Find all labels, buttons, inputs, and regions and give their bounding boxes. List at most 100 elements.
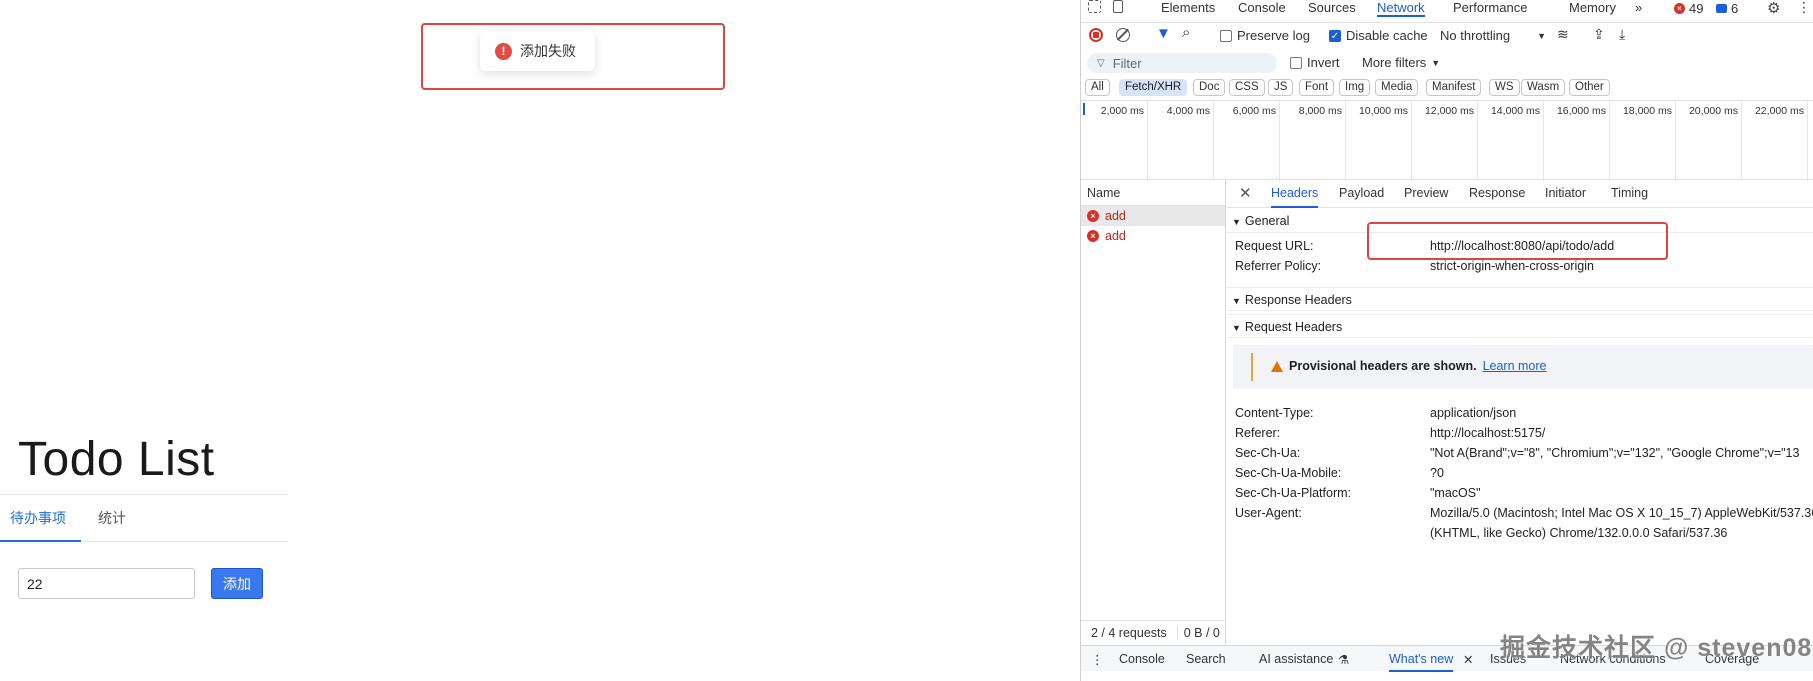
search-icon[interactable]: ⌕ xyxy=(1182,24,1190,41)
tick-label: 6,000 ms xyxy=(1232,105,1276,117)
add-button[interactable]: 添加 xyxy=(211,568,263,599)
network-status-bar: 2 / 4 requests 0 B / 0 xyxy=(1081,620,1226,645)
filter-icon[interactable]: ▼ xyxy=(1156,25,1171,42)
throttling-select[interactable]: No throttling ▼ xyxy=(1440,28,1546,43)
chip-js[interactable]: JS xyxy=(1268,79,1294,96)
chip-img[interactable]: Img xyxy=(1339,79,1371,96)
drawer-tab-whats-new[interactable]: What's new xyxy=(1389,652,1454,672)
triangle-down-icon: ▼ xyxy=(1232,296,1241,306)
kebab-menu-icon[interactable]: ⋮ xyxy=(1797,0,1811,16)
drawer-tab-ai-assistance[interactable]: AI assistance xyxy=(1259,652,1333,666)
device-toolbar-icon[interactable] xyxy=(1113,0,1123,13)
clear-icon[interactable] xyxy=(1116,28,1130,42)
header-value: "macOS" xyxy=(1430,486,1481,500)
chip-fetch-xhr[interactable]: Fetch/XHR xyxy=(1119,79,1188,96)
header-key: Referer: xyxy=(1235,426,1281,440)
request-name: add xyxy=(1105,209,1126,223)
request-headers-section-header[interactable]: ▼ Request Headers xyxy=(1227,314,1813,338)
preserve-log-checkbox[interactable]: Preserve log xyxy=(1220,28,1310,43)
disable-cache-checkbox[interactable]: ✓ Disable cache xyxy=(1329,28,1428,43)
header-key: Sec-Ch-Ua-Mobile: xyxy=(1235,466,1342,480)
drawer-tab-search[interactable]: Search xyxy=(1186,652,1226,666)
tick-label: 10,000 ms xyxy=(1358,105,1408,117)
response-headers-section-header[interactable]: ▼ Response Headers xyxy=(1227,287,1813,311)
header-key: User-Agent: xyxy=(1235,506,1302,520)
tab-preview[interactable]: Preview xyxy=(1404,186,1448,200)
tick-label: 20,000 ms xyxy=(1688,105,1738,117)
more-tabs-button[interactable]: » xyxy=(1635,0,1642,15)
header-key: Sec-Ch-Ua-Platform: xyxy=(1235,486,1351,500)
chevron-down-icon: ▼ xyxy=(1537,30,1547,41)
timeline-overview[interactable]: 2,000 ms 4,000 ms 6,000 ms 8,000 ms 10,0… xyxy=(1081,100,1813,181)
chip-ws[interactable]: WS xyxy=(1489,79,1520,96)
chip-all[interactable]: All xyxy=(1085,79,1110,96)
chip-wasm[interactable]: Wasm xyxy=(1521,79,1566,96)
triangle-down-icon: ▼ xyxy=(1232,217,1241,227)
provisional-headers-warning: Provisional headers are shown. Learn mor… xyxy=(1233,345,1813,389)
tick-label: 22,000 ms xyxy=(1754,105,1804,117)
record-icon[interactable] xyxy=(1089,28,1103,42)
chip-manifest[interactable]: Manifest xyxy=(1426,79,1482,96)
tab-sources[interactable]: Sources xyxy=(1308,0,1356,15)
tab-performance[interactable]: Performance xyxy=(1453,0,1527,15)
type-filter-chips: All Fetch/XHR Doc CSS JS Font Img Media … xyxy=(1081,78,1813,98)
tab-elements[interactable]: Elements xyxy=(1161,0,1215,15)
devtools-tab-bar: Elements Console Sources Network Perform… xyxy=(1081,0,1813,17)
header-value-continued: (KHTML, like Gecko) Chrome/132.0.0.0 Saf… xyxy=(1430,526,1728,540)
error-count-badge[interactable]: × 49 xyxy=(1674,1,1703,16)
tick-label: 16,000 ms xyxy=(1556,105,1606,117)
export-har-icon[interactable]: ⤓ xyxy=(1619,26,1625,43)
error-icon: ! xyxy=(495,42,512,60)
header-value: ?0 xyxy=(1430,466,1444,480)
request-list: Name × add × add xyxy=(1081,180,1226,647)
request-count: 2 / 4 requests xyxy=(1091,626,1167,640)
error-icon: × xyxy=(1087,210,1099,222)
request-row[interactable]: × add xyxy=(1081,226,1225,246)
page-title: Todo List xyxy=(18,433,215,486)
gear-icon[interactable]: ⚙ xyxy=(1767,0,1780,17)
flask-icon: ⚗ xyxy=(1338,653,1350,667)
message-count-badge[interactable]: 6 xyxy=(1716,1,1738,16)
invert-checkbox[interactable]: Invert xyxy=(1290,55,1340,70)
chip-font[interactable]: Font xyxy=(1299,79,1335,96)
more-filters-dropdown[interactable]: More filters ▼ xyxy=(1362,55,1440,70)
message-icon xyxy=(1716,4,1727,13)
error-icon: × xyxy=(1087,230,1099,242)
todo-input[interactable] xyxy=(18,568,195,599)
tab-timing[interactable]: Timing xyxy=(1611,186,1648,200)
tab-todo[interactable]: 待办事项 xyxy=(0,495,81,542)
error-icon: × xyxy=(1674,3,1685,14)
name-column-header[interactable]: Name xyxy=(1081,180,1225,206)
close-icon[interactable]: ✕ xyxy=(1463,652,1473,667)
tab-stats[interactable]: 统计 xyxy=(98,495,126,542)
triangle-down-icon: ▼ xyxy=(1232,323,1241,333)
drawer-tab-console[interactable]: Console xyxy=(1119,652,1165,666)
tick-label: 14,000 ms xyxy=(1490,105,1540,117)
chevron-down-icon: ▼ xyxy=(1431,57,1441,68)
filter-input[interactable]: ▽ Filter xyxy=(1087,53,1277,73)
tab-headers[interactable]: Headers xyxy=(1271,186,1319,208)
warning-message: Provisional headers are shown. xyxy=(1289,359,1477,373)
request-row[interactable]: × add xyxy=(1081,206,1225,226)
header-key: Sec-Ch-Ua: xyxy=(1235,446,1301,460)
close-icon[interactable]: ✕ xyxy=(1239,184,1252,202)
chip-css[interactable]: CSS xyxy=(1229,79,1265,96)
tab-memory[interactable]: Memory xyxy=(1569,0,1616,15)
network-conditions-icon[interactable]: ≋ xyxy=(1557,26,1569,43)
chip-media[interactable]: Media xyxy=(1375,79,1419,96)
app-tabs: 待办事项 统计 xyxy=(0,494,288,542)
learn-more-link[interactable]: Learn more xyxy=(1483,359,1547,373)
inspect-element-icon[interactable] xyxy=(1088,0,1101,13)
drawer-menu-icon[interactable]: ⋮ xyxy=(1091,652,1104,667)
tab-console[interactable]: Console xyxy=(1238,0,1286,15)
toast-text: 添加失败 xyxy=(520,43,576,59)
tab-initiator[interactable]: Initiator xyxy=(1545,186,1586,200)
tab-response[interactable]: Response xyxy=(1469,186,1525,200)
chip-other[interactable]: Other xyxy=(1569,79,1610,96)
funnel-icon: ▽ xyxy=(1097,57,1105,69)
tab-payload[interactable]: Payload xyxy=(1339,186,1384,200)
chip-doc[interactable]: Doc xyxy=(1193,79,1226,96)
import-har-icon[interactable]: ⇪ xyxy=(1593,26,1605,43)
request-url-key: Request URL: xyxy=(1235,239,1314,253)
tab-network[interactable]: Network xyxy=(1377,0,1425,17)
